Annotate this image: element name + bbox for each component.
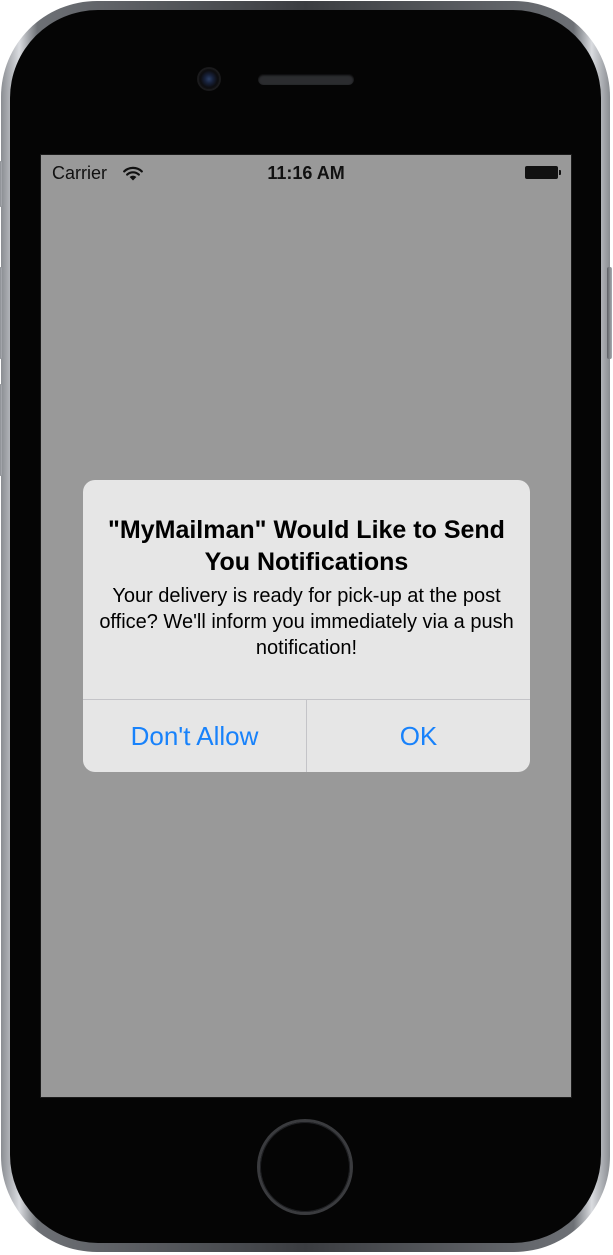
home-button[interactable] [260, 1122, 350, 1212]
mute-switch [0, 161, 2, 207]
volume-up-button [0, 267, 2, 359]
status-bar: Carrier 11:16 AM [41, 155, 571, 191]
front-camera-icon [199, 69, 219, 89]
ok-button[interactable]: OK [307, 700, 530, 772]
earpiece-speaker [258, 74, 354, 85]
volume-down-button [0, 384, 2, 476]
alert-message: Your delivery is ready for pick-up at th… [99, 585, 514, 659]
device-screen: Carrier 11:16 AM "MyMailman" Would Like … [40, 154, 572, 1098]
notification-permission-alert: "MyMailman" Would Like to Send You Notif… [83, 480, 530, 772]
status-time: 11:16 AM [267, 163, 345, 183]
battery-full-icon [525, 166, 561, 179]
power-button [607, 267, 612, 359]
alert-button-row: Don't Allow OK [83, 699, 530, 772]
dont-allow-button[interactable]: Don't Allow [83, 700, 307, 772]
alert-title: "MyMailman" Would Like to Send You Notif… [108, 516, 505, 576]
